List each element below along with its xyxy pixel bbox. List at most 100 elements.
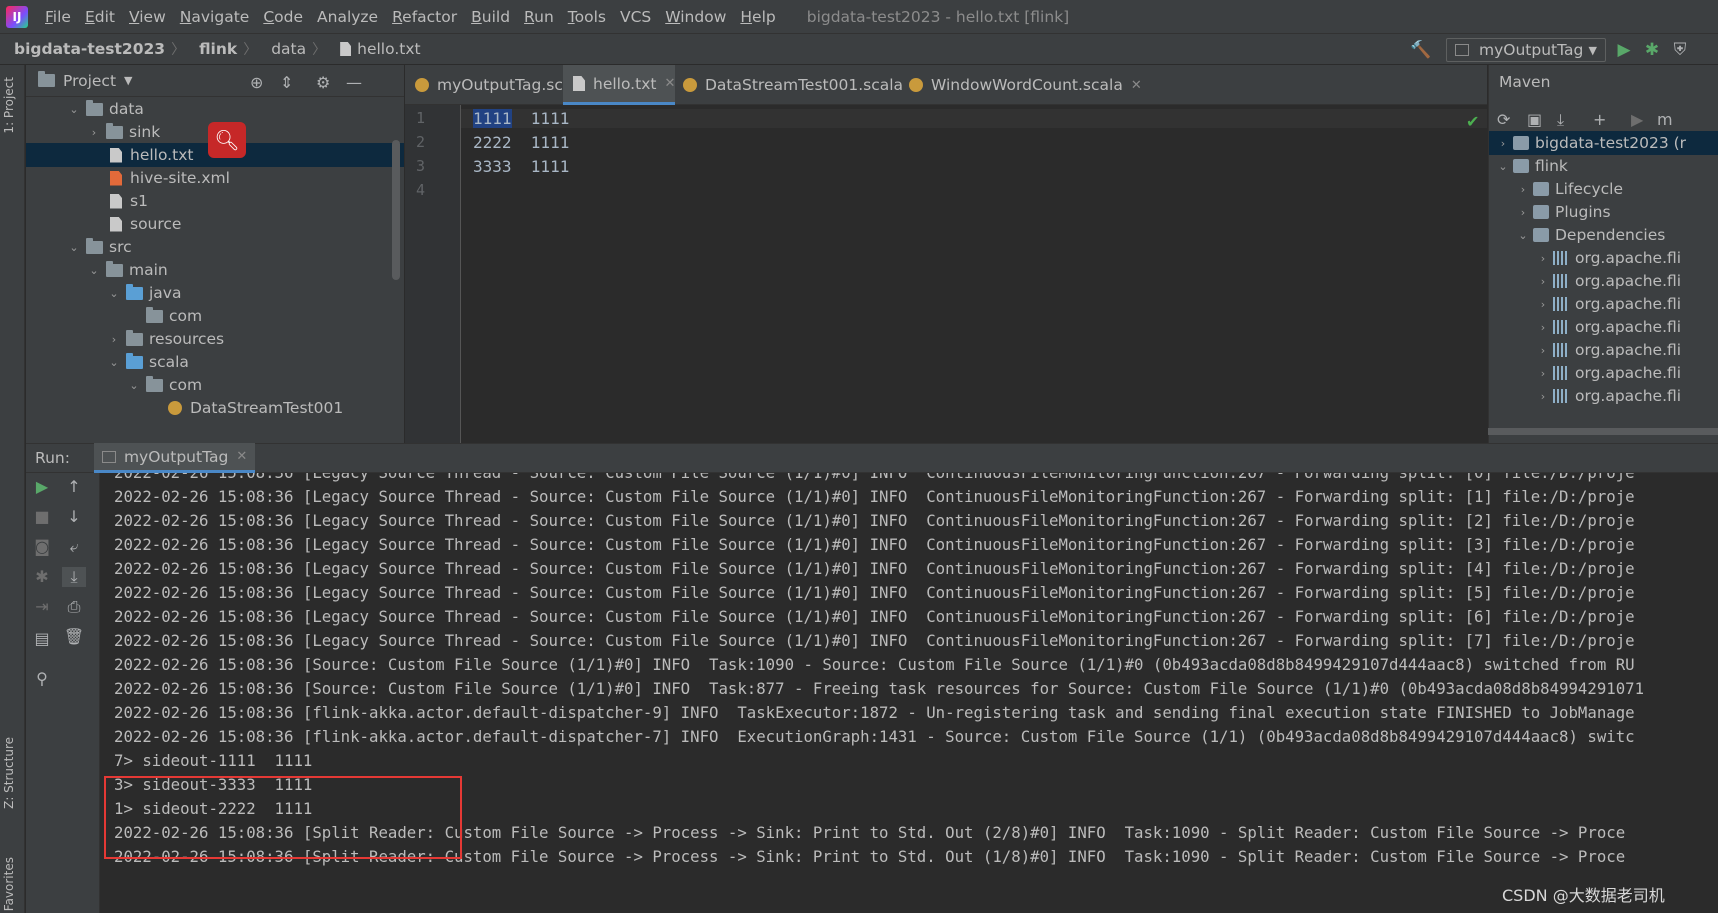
- maven-tree-item[interactable]: › Plugins: [1489, 200, 1718, 224]
- code-line[interactable]: 1111 1111: [461, 109, 1487, 128]
- search-icon[interactable]: 🔍︎: [208, 122, 246, 158]
- gear-icon[interactable]: ⚙: [316, 73, 330, 92]
- project-view-selector[interactable]: Project: [63, 72, 116, 90]
- soft-wrap-icon[interactable]: ⤶: [62, 537, 86, 557]
- code-editor[interactable]: 1111 1111 2222 1111 3333 1111: [461, 105, 1487, 443]
- menu-view[interactable]: View: [122, 8, 173, 26]
- tree-item[interactable]: ⌄ scala: [26, 350, 404, 374]
- arrow-down-icon[interactable]: ↓: [62, 507, 86, 526]
- menu-file[interactable]: File: [38, 8, 78, 26]
- editor-tab[interactable]: DataStreamTest001.scala✕: [673, 65, 922, 105]
- run-icon[interactable]: ▶: [1614, 40, 1634, 60]
- scroll-to-end-icon[interactable]: ⤓: [62, 567, 86, 587]
- chevron-down-icon[interactable]: ⌄: [126, 379, 142, 392]
- run-tab-myoutputtag[interactable]: myOutputTag ✕: [93, 443, 256, 473]
- project-scrollbar[interactable]: [392, 140, 400, 280]
- breadcrumb-module[interactable]: flink 〉: [185, 39, 257, 59]
- chevron-right-icon[interactable]: ›: [1535, 252, 1551, 265]
- debug-bug-icon[interactable]: ✱: [30, 567, 54, 586]
- project-tool-tab[interactable]: 1: Project: [2, 77, 16, 134]
- print-icon[interactable]: ⎙: [62, 597, 86, 617]
- chevron-right-icon[interactable]: ›: [106, 333, 122, 346]
- favorites-tool-tab[interactable]: Favorites: [2, 857, 16, 911]
- maven-tree-item[interactable]: › bigdata-test2023 (r: [1489, 131, 1718, 155]
- tree-item[interactable]: hive-site.xml: [26, 166, 404, 190]
- close-icon[interactable]: ✕: [236, 449, 247, 464]
- run-maven-icon[interactable]: ▶: [1631, 110, 1643, 129]
- maven-tree-item[interactable]: › org.apache.fli: [1489, 338, 1718, 362]
- chevron-right-icon[interactable]: ›: [1495, 137, 1511, 150]
- menu-vcs[interactable]: VCS: [613, 8, 658, 26]
- maven-tree-item[interactable]: › org.apache.fli: [1489, 269, 1718, 293]
- add-icon[interactable]: +: [1593, 110, 1606, 129]
- menu-tools[interactable]: Tools: [561, 8, 613, 26]
- code-line[interactable]: 2222 1111: [473, 133, 569, 152]
- menu-navigate[interactable]: Navigate: [173, 8, 257, 26]
- breadcrumb-folder[interactable]: data 〉: [257, 39, 326, 59]
- menu-build[interactable]: Build: [464, 8, 517, 26]
- coverage-shield-icon[interactable]: ⛨: [1670, 40, 1690, 60]
- chevron-down-icon[interactable]: ⌄: [106, 287, 122, 300]
- reload-icon[interactable]: ⟳: [1497, 110, 1510, 129]
- maven-tree-item[interactable]: ⌄ flink: [1489, 154, 1718, 178]
- structure-tool-tab[interactable]: Z: Structure: [2, 737, 16, 809]
- hide-panel-icon[interactable]: —: [346, 73, 362, 92]
- add-folder-icon[interactable]: ▣: [1527, 110, 1542, 129]
- menu-code[interactable]: Code: [256, 8, 310, 26]
- chevron-down-icon[interactable]: ⌄: [86, 264, 102, 277]
- debug-bug-icon[interactable]: ✱: [1642, 40, 1662, 60]
- rerun-icon[interactable]: ▶: [30, 477, 54, 496]
- maven-tree-item[interactable]: › org.apache.fli: [1489, 384, 1718, 408]
- close-icon[interactable]: ✕: [1131, 78, 1142, 93]
- breadcrumb-file[interactable]: hello.txt: [326, 40, 421, 58]
- chevron-right-icon[interactable]: ›: [1535, 344, 1551, 357]
- maven-tree-item[interactable]: › org.apache.fli: [1489, 246, 1718, 270]
- maven-horizontal-scrollbar[interactable]: [1488, 428, 1718, 435]
- layout-icon[interactable]: ▤: [30, 629, 54, 648]
- trash-icon[interactable]: 🗑: [62, 627, 86, 646]
- menu-analyze[interactable]: Analyze: [310, 8, 385, 26]
- tree-item[interactable]: source: [26, 212, 404, 236]
- menu-help[interactable]: Help: [733, 8, 782, 26]
- locate-file-icon[interactable]: ⊕: [250, 73, 263, 92]
- tree-item[interactable]: ⌄ data: [26, 97, 404, 121]
- breadcrumb-project[interactable]: bigdata-test2023 〉: [0, 39, 185, 59]
- editor-tab[interactable]: hello.txt ✕: [563, 65, 676, 105]
- code-line[interactable]: 3333 1111: [473, 157, 569, 176]
- maven-tree-item[interactable]: › org.apache.fli: [1489, 315, 1718, 339]
- maven-tree-item[interactable]: ⌄ Dependencies: [1489, 223, 1718, 247]
- collapse-all-icon[interactable]: ⇕: [280, 73, 293, 92]
- menu-run[interactable]: Run: [517, 8, 561, 26]
- inspection-ok-check-icon[interactable]: ✔: [1466, 112, 1479, 131]
- chevron-right-icon[interactable]: ›: [1515, 206, 1531, 219]
- camera-icon[interactable]: ◙: [30, 537, 54, 556]
- chevron-down-icon[interactable]: ⌄: [1495, 160, 1511, 173]
- chevron-right-icon[interactable]: ›: [1535, 275, 1551, 288]
- maven-tree-item[interactable]: › org.apache.fli: [1489, 292, 1718, 316]
- tree-item[interactable]: com: [26, 304, 404, 328]
- tree-item[interactable]: ⌄ com: [26, 373, 404, 397]
- tree-item[interactable]: DataStreamTest001: [26, 396, 404, 420]
- chevron-down-icon[interactable]: ⌄: [1515, 229, 1531, 242]
- chevron-right-icon[interactable]: ›: [1535, 367, 1551, 380]
- tree-item[interactable]: ⌄ java: [26, 281, 404, 305]
- chevron-down-icon[interactable]: ⌄: [66, 241, 82, 254]
- tree-item[interactable]: › resources: [26, 327, 404, 351]
- menu-window[interactable]: Window: [658, 8, 733, 26]
- chevron-down-icon[interactable]: ⌄: [66, 103, 82, 116]
- stop-icon[interactable]: ■: [30, 507, 54, 526]
- tree-item[interactable]: ⌄ src: [26, 235, 404, 259]
- maven-tree-item[interactable]: › org.apache.fli: [1489, 361, 1718, 385]
- exit-icon[interactable]: ⇥: [30, 597, 54, 616]
- download-icon[interactable]: ⤓: [1557, 110, 1564, 130]
- maven-tree-item[interactable]: › Lifecycle: [1489, 177, 1718, 201]
- chevron-right-icon[interactable]: ›: [86, 126, 102, 139]
- chevron-right-icon[interactable]: ›: [1535, 321, 1551, 334]
- chevron-down-icon[interactable]: ▼: [124, 74, 132, 87]
- pin-icon[interactable]: ⚲: [30, 669, 54, 688]
- menu-refactor[interactable]: Refactor: [385, 8, 464, 26]
- chevron-down-icon[interactable]: ⌄: [106, 356, 122, 369]
- build-hammer-icon[interactable]: 🔨: [1410, 40, 1431, 60]
- chevron-right-icon[interactable]: ›: [1515, 183, 1531, 196]
- chevron-right-icon[interactable]: ›: [1535, 390, 1551, 403]
